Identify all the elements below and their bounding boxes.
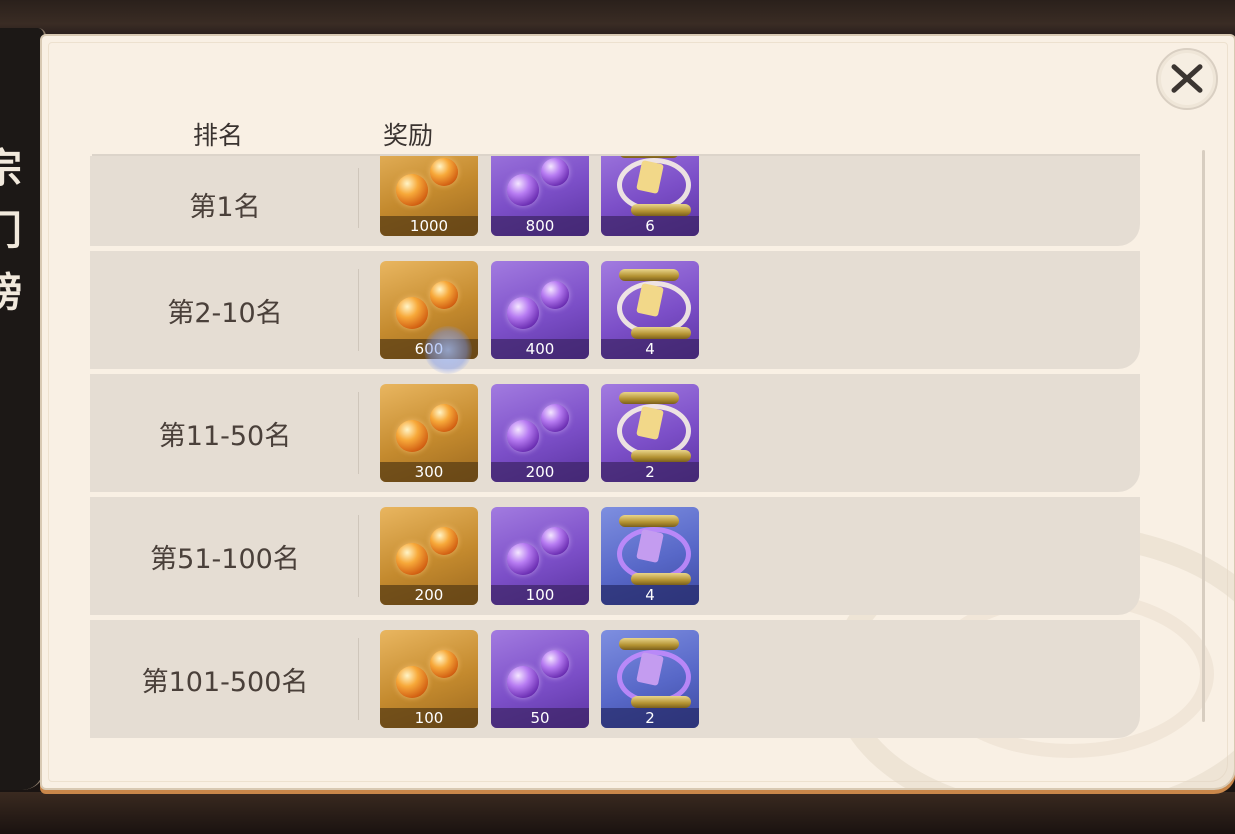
reward-item[interactable]: 400 bbox=[491, 261, 589, 359]
scroll-roll bbox=[631, 573, 691, 585]
rank-label: 第51-100名 bbox=[150, 543, 300, 575]
reward-item[interactable]: 800 bbox=[491, 156, 589, 236]
side-tab-title: 宗门榜 bbox=[0, 145, 22, 316]
item-count: 6 bbox=[601, 216, 699, 236]
gold-spirit-orbs-icon bbox=[396, 420, 428, 452]
item-count: 200 bbox=[491, 462, 589, 482]
gold-spirit-orbs-icon bbox=[396, 666, 428, 698]
purple-orb bbox=[541, 281, 569, 309]
item-count: 400 bbox=[491, 339, 589, 359]
item-count: 1000 bbox=[380, 216, 478, 236]
gold-orb bbox=[430, 527, 458, 555]
background-bottom bbox=[0, 792, 1235, 834]
reward-list[interactable]: 第1名 1000 800 6 第2-10名 600 400 bbox=[90, 156, 1142, 740]
reward-item[interactable]: 200 bbox=[491, 384, 589, 482]
rank-label: 第11-50名 bbox=[158, 420, 292, 452]
reward-item[interactable]: 100 bbox=[491, 507, 589, 605]
purple-spirit-orbs-icon bbox=[507, 174, 539, 206]
gold-spirit-orbs-icon bbox=[396, 174, 428, 206]
row-divider bbox=[358, 269, 359, 351]
item-count: 100 bbox=[491, 585, 589, 605]
item-count: 100 bbox=[380, 708, 478, 728]
reward-item[interactable]: 6 bbox=[601, 156, 699, 236]
reward-item[interactable]: 1000 bbox=[380, 156, 478, 236]
row-divider bbox=[358, 638, 359, 720]
purple-orb bbox=[541, 527, 569, 555]
reward-row: 第2-10名 600 400 4 bbox=[90, 251, 1140, 369]
reward-item[interactable]: 4 bbox=[601, 507, 699, 605]
reward-item[interactable]: 200 bbox=[380, 507, 478, 605]
scroll-roll bbox=[619, 392, 679, 404]
rank-label: 第101-500名 bbox=[141, 666, 309, 698]
item-count: 800 bbox=[491, 216, 589, 236]
scroll-roll bbox=[619, 515, 679, 527]
gold-orb bbox=[430, 158, 458, 186]
item-count: 50 bbox=[491, 708, 589, 728]
purple-spirit-orbs-icon bbox=[507, 543, 539, 575]
purple-orb bbox=[541, 404, 569, 432]
gold-spirit-orbs-icon bbox=[396, 543, 428, 575]
reward-item[interactable]: 50 bbox=[491, 630, 589, 728]
purple-spirit-orbs-icon bbox=[507, 420, 539, 452]
scroll-roll bbox=[631, 450, 691, 462]
item-count: 200 bbox=[380, 585, 478, 605]
scroll-roll bbox=[619, 269, 679, 281]
reward-item[interactable]: 300 bbox=[380, 384, 478, 482]
gold-spirit-orbs-icon bbox=[396, 297, 428, 329]
rank-label: 第1名 bbox=[189, 191, 261, 223]
item-count: 4 bbox=[601, 585, 699, 605]
item-count: 2 bbox=[601, 708, 699, 728]
rank-label: 第2-10名 bbox=[167, 297, 283, 329]
row-divider bbox=[358, 168, 359, 228]
reward-item[interactable]: 2 bbox=[601, 384, 699, 482]
scroll-roll bbox=[619, 638, 679, 650]
purple-spirit-orbs-icon bbox=[507, 297, 539, 329]
close-button[interactable] bbox=[1156, 48, 1218, 110]
header-reward: 奖励 bbox=[383, 121, 434, 150]
reward-row: 第1名 1000 800 6 bbox=[90, 156, 1140, 246]
scroll-roll bbox=[631, 327, 691, 339]
purple-orb bbox=[541, 158, 569, 186]
header-rank: 排名 bbox=[193, 121, 244, 150]
reward-item[interactable]: 2 bbox=[601, 630, 699, 728]
scroll-roll bbox=[631, 204, 691, 216]
touch-indicator bbox=[424, 326, 472, 374]
reward-row: 第11-50名 300 200 2 bbox=[90, 374, 1140, 492]
row-divider bbox=[358, 392, 359, 474]
reward-row: 第101-500名 100 50 2 bbox=[90, 620, 1140, 738]
reward-item[interactable]: 100 bbox=[380, 630, 478, 728]
item-count: 300 bbox=[380, 462, 478, 482]
purple-orb bbox=[541, 650, 569, 678]
item-count: 4 bbox=[601, 339, 699, 359]
scroll-roll bbox=[631, 696, 691, 708]
gold-orb bbox=[430, 281, 458, 309]
gold-orb bbox=[430, 404, 458, 432]
row-divider bbox=[358, 515, 359, 597]
reward-item[interactable]: 4 bbox=[601, 261, 699, 359]
item-count: 2 bbox=[601, 462, 699, 482]
gold-orb bbox=[430, 650, 458, 678]
reward-row: 第51-100名 200 100 4 bbox=[90, 497, 1140, 615]
purple-spirit-orbs-icon bbox=[507, 666, 539, 698]
scrollbar[interactable] bbox=[1202, 150, 1205, 722]
